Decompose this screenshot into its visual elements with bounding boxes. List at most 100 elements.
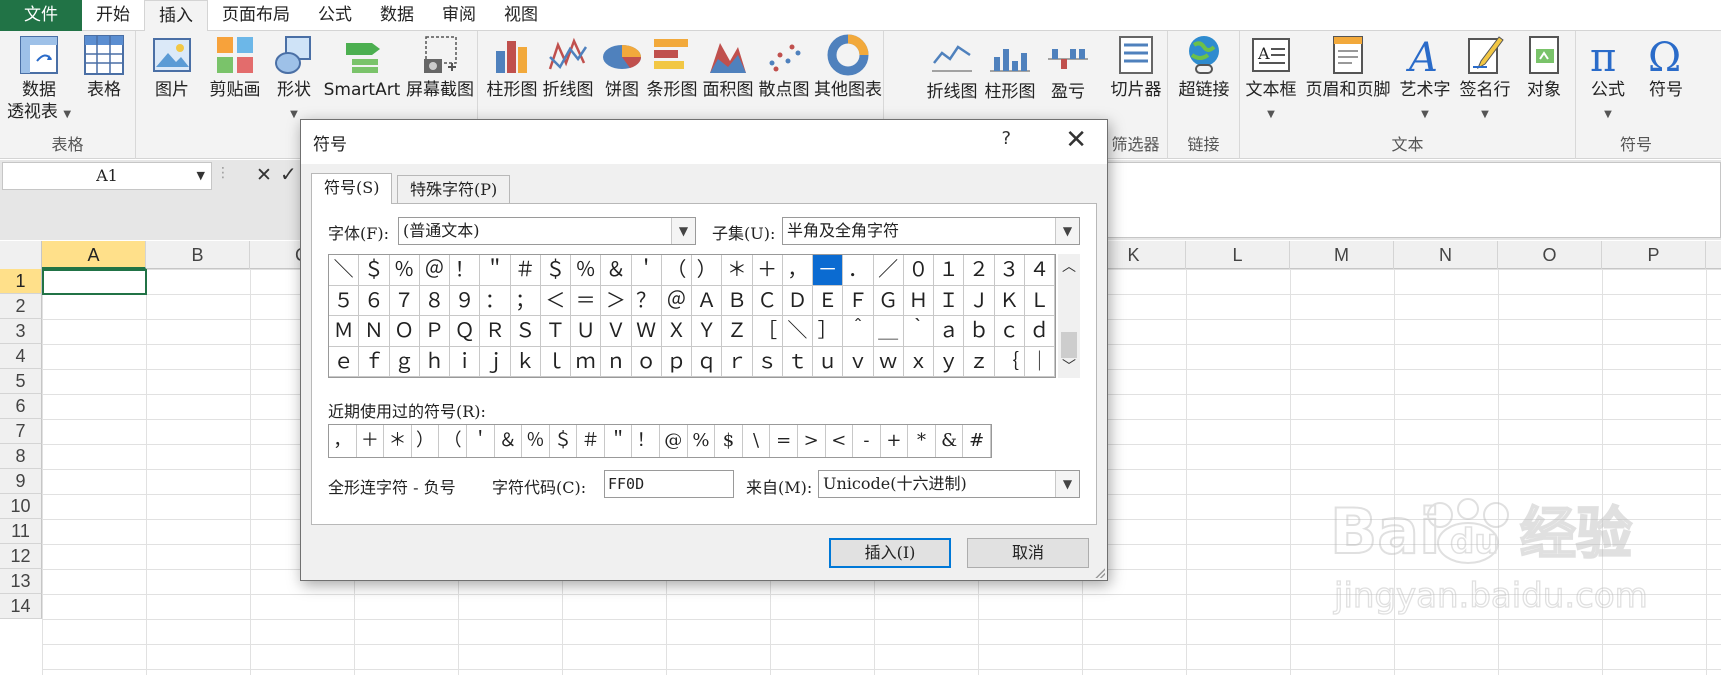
symbol-cell[interactable]: ｀: [903, 316, 934, 347]
symbol-cell[interactable]: ＆: [601, 255, 632, 286]
area-chart-button[interactable]: 面积图: [700, 33, 756, 101]
symbol-cell[interactable]: ｑ: [692, 346, 723, 377]
symbol-cell[interactable]: ｏ: [631, 346, 662, 377]
row-header-11[interactable]: 11: [0, 519, 42, 544]
symbol-button[interactable]: Ω 符号: [1638, 33, 1694, 101]
symbol-cell[interactable]: Ｎ: [359, 316, 390, 347]
symbol-cell[interactable]: ＼: [782, 316, 813, 347]
symbol-cell[interactable]: Ｌ: [1024, 285, 1055, 316]
object-button[interactable]: 对象: [1516, 33, 1572, 101]
symbol-cell[interactable]: ％: [389, 255, 420, 286]
row-header-9[interactable]: 9: [0, 469, 42, 494]
symbol-cell[interactable]: Ｐ: [419, 316, 450, 347]
clipart-button[interactable]: 剪贴画: [204, 33, 266, 101]
symbol-cell[interactable]: ｐ: [661, 346, 692, 377]
symbol-cell[interactable]: Ｗ: [631, 316, 662, 347]
chevron-down-icon[interactable]: ▼: [1055, 218, 1079, 244]
symbol-cell[interactable]: ９: [450, 285, 481, 316]
name-box[interactable]: A1 ▼: [2, 162, 212, 190]
resize-grip-icon[interactable]: [1093, 566, 1105, 578]
table-button[interactable]: 表格: [76, 33, 132, 101]
symbol-cell[interactable]: ／: [873, 255, 904, 286]
pivot-table-button[interactable]: 数据 透视表 ▼: [4, 33, 74, 126]
tab-special-characters[interactable]: 特殊字符(P): [397, 175, 511, 203]
symbol-cell[interactable]: Ｊ: [964, 285, 995, 316]
symbol-cell[interactable]: ３: [994, 255, 1025, 286]
signature-line-button[interactable]: 签名行 ▼: [1454, 33, 1516, 126]
symbol-cell[interactable]: ｙ: [934, 346, 965, 377]
recent-symbol-cell[interactable]: ＃: [577, 425, 605, 457]
symbol-cell[interactable]: ［: [752, 316, 783, 347]
recent-symbol-cell[interactable]: =: [770, 425, 798, 457]
row-header-5[interactable]: 5: [0, 369, 42, 394]
symbol-cell[interactable]: －: [813, 255, 844, 286]
symbol-cell[interactable]: ６: [359, 285, 390, 316]
symbol-cell[interactable]: ｈ: [419, 346, 450, 377]
symbol-cell[interactable]: ｌ: [540, 346, 571, 377]
symbol-cell[interactable]: Ａ: [692, 285, 723, 316]
symbol-cell[interactable]: ｍ: [571, 346, 602, 377]
symbol-cell[interactable]: ＠: [661, 285, 692, 316]
confirm-icon[interactable]: ✓: [280, 162, 297, 186]
symbol-cell[interactable]: Ｘ: [661, 316, 692, 347]
recent-symbol-cell[interactable]: ％: [522, 425, 550, 457]
symbol-cell[interactable]: ＾: [843, 316, 874, 347]
recent-symbol-cell[interactable]: >: [798, 425, 826, 457]
symbol-cell[interactable]: ＠: [419, 255, 450, 286]
tab-review[interactable]: 审阅: [428, 0, 490, 31]
picture-button[interactable]: 图片: [144, 33, 200, 101]
row-header-13[interactable]: 13: [0, 569, 42, 594]
tab-file[interactable]: 文件: [0, 0, 82, 31]
symbol-cell[interactable]: ｗ: [873, 346, 904, 377]
row-header-2[interactable]: 2: [0, 294, 42, 319]
symbol-grid[interactable]: ＼ ＄％＠！＂＃＄％＆＇（）＊＋，－．／ ０ １ ２ ３ ４ ５ ６ ７ ８ ９：；＜＝＞？＠ Ａ Ｂ Ｃ Ｄ…: [328, 254, 1056, 378]
column-header-b[interactable]: B: [146, 241, 250, 269]
recent-symbol-cell[interactable]: ，: [329, 425, 357, 457]
symbol-cell[interactable]: ｎ: [601, 346, 632, 377]
symbol-cell[interactable]: ｘ: [903, 346, 934, 377]
tab-formulas[interactable]: 公式: [304, 0, 366, 31]
row-header-14[interactable]: 14: [0, 594, 42, 619]
symbol-cell[interactable]: ４: [1024, 255, 1055, 286]
row-header-4[interactable]: 4: [0, 344, 42, 369]
chevron-up-icon[interactable]: ︿: [1058, 256, 1080, 276]
column-header-n[interactable]: N: [1394, 241, 1498, 269]
symbol-cell[interactable]: ｊ: [480, 346, 511, 377]
symbol-cell[interactable]: ｄ: [1024, 316, 1055, 347]
row-header-10[interactable]: 10: [0, 494, 42, 519]
column-header-o[interactable]: O: [1498, 241, 1602, 269]
symbol-cell[interactable]: Ｉ: [934, 285, 965, 316]
recent-symbol-cell[interactable]: ！: [632, 425, 660, 457]
line-chart-button[interactable]: 折线图: [540, 33, 596, 101]
symbol-cell[interactable]: ｋ: [510, 346, 541, 377]
symbol-cell[interactable]: ｛: [994, 346, 1025, 377]
subset-select[interactable]: 半角及全角字符 ▼: [782, 217, 1080, 245]
shapes-button[interactable]: 形状 ▼: [266, 33, 322, 126]
tab-view[interactable]: 视图: [490, 0, 552, 31]
symbol-cell[interactable]: Ｅ: [813, 285, 844, 316]
symbol-cell[interactable]: Ｈ: [903, 285, 934, 316]
from-select[interactable]: Unicode(十六进制) ▼: [818, 470, 1080, 498]
symbol-cell[interactable]: ＼: [329, 255, 360, 286]
symbol-cell[interactable]: ｅ: [329, 346, 360, 377]
symbol-cell[interactable]: ＄: [540, 255, 571, 286]
symbol-cell[interactable]: ｂ: [964, 316, 995, 347]
char-code-input[interactable]: FF0D: [604, 470, 734, 498]
symbol-cell[interactable]: ２: [964, 255, 995, 286]
column-header-m[interactable]: M: [1290, 241, 1394, 269]
symbol-cell[interactable]: １: [934, 255, 965, 286]
symbol-cell[interactable]: ＃: [510, 255, 541, 286]
symbol-cell[interactable]: Ｖ: [601, 316, 632, 347]
chevron-down-icon[interactable]: ▼: [197, 163, 205, 189]
recent-symbols-grid[interactable]: ，＋＊）（＇＆％＄＃＂！ @% $ \ = > < - + * & #: [328, 424, 992, 458]
symbol-cell[interactable]: ７: [389, 285, 420, 316]
symbol-cell[interactable]: ＄: [359, 255, 390, 286]
recent-symbol-cell[interactable]: *: [908, 425, 936, 457]
chevron-down-icon[interactable]: ﹀: [1058, 356, 1080, 376]
symbol-cell[interactable]: ＞: [601, 285, 632, 316]
symbol-cell[interactable]: ｔ: [782, 346, 813, 377]
recent-symbol-cell[interactable]: ＊: [384, 425, 412, 457]
scatter-chart-button[interactable]: 散点图: [756, 33, 812, 101]
hyperlink-button[interactable]: 超链接: [1170, 33, 1238, 101]
symbol-cell[interactable]: Ｕ: [571, 316, 602, 347]
